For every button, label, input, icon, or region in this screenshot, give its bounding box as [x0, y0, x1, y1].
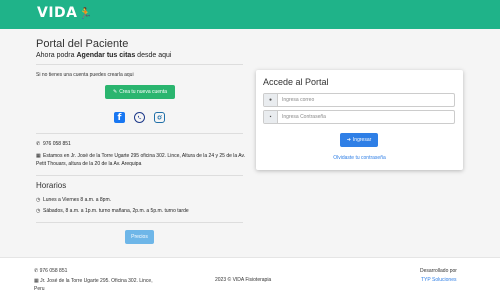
- login-title: Accede al Portal: [263, 77, 329, 87]
- email-input[interactable]: [278, 94, 454, 106]
- contact-address-text: Estamos en Jr. José de la Torre Ugarte 2…: [36, 153, 246, 167]
- section-divider: [36, 175, 243, 176]
- horarios-title: Horarios: [36, 181, 67, 190]
- forgot-password-link[interactable]: Olvidaste tu contraseña: [256, 155, 463, 161]
- user-icon: ●: [264, 94, 278, 106]
- page-title: Portal del Paciente: [36, 38, 129, 50]
- horario-saturday-text: Sábados, 8 a.m. a 1p.m. turno mañana, 2p…: [43, 208, 189, 214]
- login-card: Accede al Portal ● ▪ ➔ Ingresar Olvidast…: [256, 70, 463, 170]
- signup-prompt: Si no tienes una cuenta puedes crearla a…: [36, 72, 134, 78]
- pencil-icon: ✎: [112, 89, 118, 95]
- subtitle-prefix: Ahora podra: [36, 52, 77, 59]
- footer-phone: ✆ 976 058 851: [34, 268, 67, 275]
- lock-icon: ▪: [264, 111, 278, 123]
- instagram-icon[interactable]: [154, 112, 165, 123]
- footer: ✆ 976 058 851 ▦ Jr. José de la Torre Uga…: [0, 257, 500, 300]
- building-icon: ▦: [36, 153, 41, 159]
- page-subtitle: Ahora podra Agendar tus citas desde aqui: [36, 52, 171, 59]
- footer-developer-link[interactable]: TYP Soluciones: [421, 277, 456, 284]
- footer-developed-by: Desarrollado por: [420, 268, 457, 274]
- horario-weekdays-text: Lunes a Viernes 8 a.m. a 8pm.: [43, 197, 112, 203]
- section-divider: [36, 133, 243, 134]
- whatsapp-icon[interactable]: [134, 112, 145, 123]
- email-field: ●: [263, 93, 455, 107]
- footer-copyright: 2023 © VIDA Fisioterapia: [215, 277, 272, 283]
- subtitle-bold: Agendar tus citas: [76, 52, 136, 59]
- password-field: ▪: [263, 110, 455, 124]
- footer-address-line2: Peru: [34, 286, 45, 292]
- footer-address-line1: Jr. José de la Torre Ugarte 295. Oficina…: [40, 278, 153, 284]
- running-figure-icon: 🏃: [78, 7, 93, 20]
- clock-icon: ◷: [36, 208, 41, 214]
- title-divider: [36, 64, 243, 65]
- contact-address: ▦ Estamos en Jr. José de la Torre Ugarte …: [36, 152, 246, 168]
- logo-text: VIDA: [37, 5, 78, 21]
- footer-address: ▦ Jr. José de la Torre Ugarte 295. Ofici…: [34, 278, 153, 285]
- sign-in-icon: ➔: [346, 137, 351, 143]
- login-button[interactable]: ➔ Ingresar: [340, 133, 378, 147]
- contact-phone: ✆ 976 058 851: [36, 140, 71, 148]
- password-input[interactable]: [278, 111, 454, 123]
- phone-icon: ✆: [36, 141, 41, 147]
- subtitle-suffix: desde aqui: [135, 52, 172, 59]
- footer-phone-text: 976 058 851: [39, 268, 68, 274]
- login-button-label: Ingresar: [352, 137, 372, 143]
- horario-weekdays: ◷ Lunes a Viernes 8 a.m. a 8pm.: [36, 196, 111, 204]
- contact-phone-text: 976 058 851: [43, 141, 71, 147]
- create-account-label: Crea tu nueva cuenta: [119, 89, 167, 95]
- precios-button[interactable]: Precios: [125, 230, 154, 244]
- create-account-button[interactable]: ✎ Crea tu nueva cuenta: [105, 85, 175, 99]
- clock-icon: ◷: [36, 197, 41, 203]
- horario-saturday: ◷ Sábados, 8 a.m. a 1p.m. turno mañana, 2…: [36, 207, 189, 215]
- facebook-icon[interactable]: f: [114, 112, 125, 123]
- top-navbar: VIDA🏃: [0, 0, 500, 29]
- section-divider: [36, 222, 243, 223]
- vida-logo[interactable]: VIDA🏃: [37, 5, 93, 21]
